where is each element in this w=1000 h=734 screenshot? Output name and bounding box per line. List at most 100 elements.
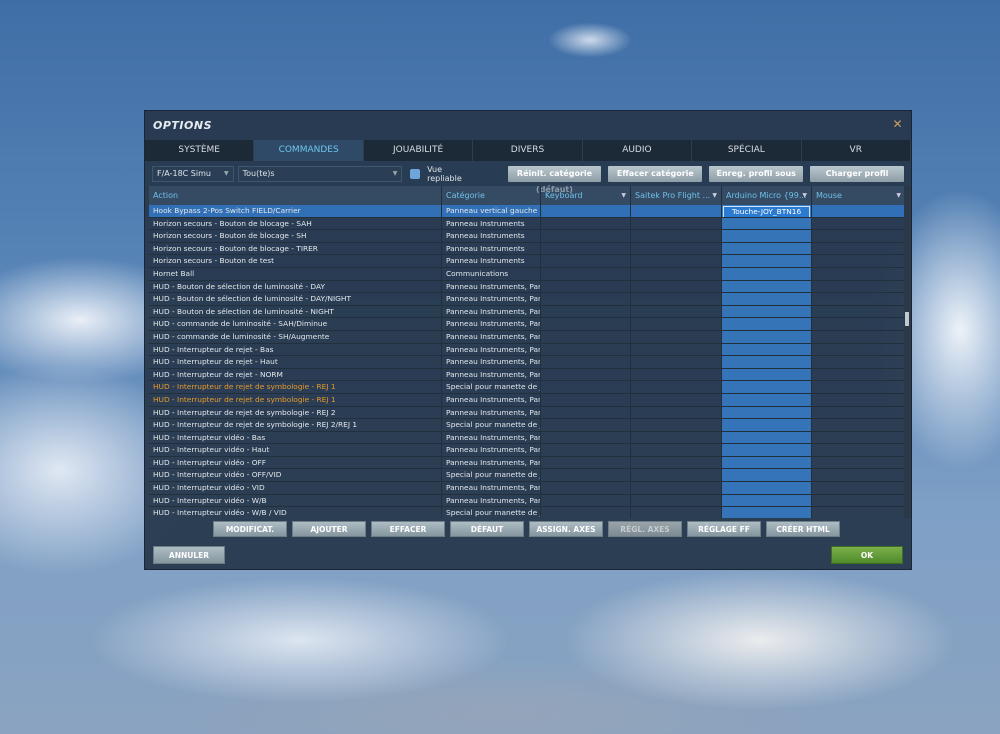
mouse-cell[interactable]	[812, 431, 906, 444]
mouse-cell[interactable]	[812, 217, 906, 230]
mouse-cell[interactable]	[812, 356, 906, 368]
mouse-cell[interactable]	[812, 242, 906, 255]
keyboard-cell[interactable]	[541, 293, 631, 305]
saitek-cell[interactable]	[631, 230, 722, 242]
table-row[interactable]: HUD - Bouton de sélection de luminosité …	[149, 305, 906, 319]
saitek-cell[interactable]	[631, 293, 722, 305]
mouse-cell[interactable]	[812, 456, 906, 469]
keyboard-cell[interactable]	[541, 217, 631, 230]
table-row[interactable]: HUD - commande de luminosité - SAH/Dimin…	[149, 318, 906, 331]
table-row[interactable]: HUD - Interrupteur de rejet - Haut Pannea…	[149, 356, 906, 369]
table-row[interactable]: HUD - Interrupteur de rejet - NORM Pannea…	[149, 368, 906, 382]
table-row[interactable]: Horizon secours - Bouton de blocage - SA…	[149, 217, 906, 231]
arduino-cell[interactable]	[722, 368, 812, 381]
mouse-cell[interactable]	[812, 318, 906, 330]
table-row[interactable]: HUD - Interrupteur de rejet de symbologi…	[149, 406, 906, 420]
mouse-cell[interactable]	[812, 444, 906, 456]
action-button-ajouter[interactable]: AJOUTER	[292, 521, 366, 537]
saitek-cell[interactable]	[631, 255, 722, 267]
keyboard-cell[interactable]	[541, 381, 631, 393]
saitek-cell[interactable]	[631, 280, 722, 293]
tab-1[interactable]: COMMANDES	[254, 140, 364, 161]
action-button-modificat-[interactable]: MODIFICAT.	[213, 521, 287, 537]
table-row[interactable]: HUD - Interrupteur de rejet de symbologi…	[149, 393, 906, 407]
keyboard-cell[interactable]	[541, 330, 631, 343]
mouse-cell[interactable]	[812, 267, 906, 280]
arduino-cell[interactable]	[722, 318, 812, 330]
saitek-cell[interactable]	[631, 267, 722, 280]
action-button-assign-axes[interactable]: ASSIGN. AXES	[529, 521, 603, 537]
table-row[interactable]: Horizon secours - Bouton de blocage - SH…	[149, 230, 906, 243]
saitek-cell[interactable]	[631, 406, 722, 419]
tab-3[interactable]: DIVERS	[473, 140, 583, 161]
table-row[interactable]: HUD - Interrupteur vidéo - W/B / VID Spec…	[149, 507, 906, 518]
saitek-cell[interactable]	[631, 242, 722, 255]
table-row[interactable]: HUD - Bouton de sélection de luminosité …	[149, 293, 906, 306]
arduino-cell[interactable]	[722, 482, 812, 494]
action-button-r-glage-ff[interactable]: RÉGLAGE FF	[687, 521, 761, 537]
arduino-cell[interactable]	[722, 494, 812, 507]
load-profile-button[interactable]: Charger profil	[810, 166, 904, 182]
mouse-cell[interactable]	[812, 419, 906, 431]
keyboard-cell[interactable]	[541, 368, 631, 381]
mouse-cell[interactable]	[812, 280, 906, 293]
column-header-4[interactable]: Arduino Micro {99... ▼	[722, 186, 812, 205]
saitek-cell[interactable]	[631, 482, 722, 494]
mouse-cell[interactable]	[812, 482, 906, 494]
keyboard-cell[interactable]	[541, 406, 631, 419]
arduino-cell[interactable]	[722, 456, 812, 469]
tab-0[interactable]: SYSTÈME	[145, 140, 255, 161]
action-button-effacer[interactable]: EFFACER	[371, 521, 445, 537]
arduino-cell[interactable]: Touche-JOY_BTN16	[722, 205, 812, 217]
arduino-cell[interactable]	[722, 507, 812, 518]
keyboard-cell[interactable]	[541, 205, 631, 217]
column-header-1[interactable]: Catégorie	[442, 186, 541, 205]
keyboard-cell[interactable]	[541, 267, 631, 280]
saitek-cell[interactable]	[631, 494, 722, 507]
keyboard-cell[interactable]	[541, 469, 631, 482]
table-row[interactable]: Horizon secours - Bouton de test Panneau …	[149, 255, 906, 268]
tab-4[interactable]: AUDIO	[583, 140, 693, 161]
arduino-cell[interactable]	[722, 343, 812, 356]
binding-value[interactable]: Touche-JOY_BTN16	[723, 206, 810, 217]
arduino-cell[interactable]	[722, 356, 812, 368]
arduino-cell[interactable]	[722, 444, 812, 456]
saitek-cell[interactable]	[631, 205, 722, 217]
table-row[interactable]: HUD - Interrupteur vidéo - Haut Panneau I…	[149, 444, 906, 457]
collapsible-view-checkbox[interactable]	[410, 169, 421, 179]
mouse-cell[interactable]	[812, 406, 906, 419]
mouse-cell[interactable]	[812, 494, 906, 507]
table-row[interactable]: HUD - Interrupteur vidéo - OFF/VID Specia…	[149, 469, 906, 483]
table-row[interactable]: HUD - Interrupteur vidéo - OFF Panneau In…	[149, 456, 906, 470]
mouse-cell[interactable]	[812, 469, 906, 482]
table-row[interactable]: HUD - Interrupteur vidéo - W/B Panneau In…	[149, 494, 906, 508]
mouse-cell[interactable]	[812, 305, 906, 318]
ok-button[interactable]: OK	[831, 546, 903, 564]
column-header-0[interactable]: Action	[149, 186, 442, 205]
keyboard-cell[interactable]	[541, 456, 631, 469]
aircraft-select[interactable]: F/A-18C Simu ▼	[152, 166, 234, 182]
saitek-cell[interactable]	[631, 330, 722, 343]
chevron-down-icon[interactable]: ▼	[896, 192, 901, 199]
arduino-cell[interactable]	[722, 393, 812, 406]
table-row[interactable]: HUD - Interrupteur de rejet - Bas Panneau…	[149, 343, 906, 357]
table-row[interactable]: Hook Bypass 2-Pos Switch FIELD/Carrier Pa…	[149, 205, 906, 218]
chevron-down-icon[interactable]: ▼	[621, 192, 626, 199]
saitek-cell[interactable]	[631, 444, 722, 456]
arduino-cell[interactable]	[722, 305, 812, 318]
arduino-cell[interactable]	[722, 255, 812, 267]
column-header-5[interactable]: Mouse ▼	[812, 186, 906, 205]
reset-category-button[interactable]: Réinit. catégorie (défaut)	[507, 166, 602, 194]
tab-6[interactable]: VR	[802, 140, 911, 161]
table-row[interactable]: HUD - Interrupteur de rejet de symbologi…	[149, 381, 906, 394]
table-row[interactable]: HUD - Interrupteur vidéo - Bas Panneau In…	[149, 431, 906, 445]
scrollbar-thumb[interactable]	[905, 312, 909, 326]
saitek-cell[interactable]	[631, 431, 722, 444]
action-button-cr-er-html[interactable]: CRÉER HTML	[766, 521, 840, 537]
cancel-button[interactable]: ANNULER	[153, 546, 225, 564]
column-header-2[interactable]: Keyboard ▼	[541, 186, 631, 205]
keyboard-cell[interactable]	[541, 444, 631, 456]
arduino-cell[interactable]	[722, 267, 812, 280]
keyboard-cell[interactable]	[541, 419, 631, 431]
arduino-cell[interactable]	[722, 381, 812, 393]
